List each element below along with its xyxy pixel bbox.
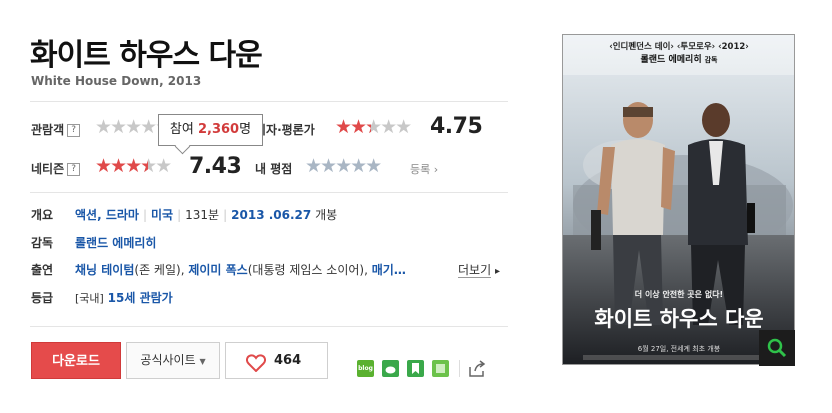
cast-link[interactable]: 매기…: [372, 263, 406, 277]
cast-role: (대통령 제임스 소이어): [247, 263, 365, 277]
tooltip-prefix: 참여: [169, 122, 194, 137]
poster-title: 화이트 하우스 다운: [594, 307, 763, 331]
help-icon[interactable]: ?: [67, 163, 81, 176]
search-icon: [767, 338, 787, 358]
movie-title: 화이트 하우스 다운: [30, 38, 263, 73]
participant-count-tooltip: 참여 2,360명: [158, 114, 263, 146]
critic-rating-label: 기자·평론가: [255, 123, 315, 137]
critic-stars: ★★★★★★: [335, 116, 412, 138]
divider: [30, 192, 508, 193]
blog-icon-label: blog: [358, 365, 373, 372]
netizen-score: 7.43: [189, 154, 242, 179]
tooltip-suffix: 명: [239, 122, 252, 137]
cast-link[interactable]: 제이미 폭스: [188, 263, 247, 277]
poster-director-suffix: 감독: [705, 55, 718, 64]
country-link[interactable]: 미국: [151, 208, 173, 222]
my-rating-label: 내 평점: [255, 162, 293, 176]
movie-poster[interactable]: ‹인디펜던스 데이› ‹투모로우› ‹2012› 롤랜드 에메리히 감독 더 이상…: [562, 34, 795, 365]
audience-label-text: 관람객: [31, 123, 65, 137]
divider: [459, 360, 460, 377]
netizen-label-text: 네티즌: [31, 162, 65, 176]
memo-share-icon[interactable]: [432, 360, 449, 377]
official-site-button[interactable]: 공식사이트 ▼: [126, 342, 220, 379]
genre-link[interactable]: 액션: [75, 208, 97, 222]
overview-label: 개요: [31, 208, 54, 222]
divider: [30, 101, 508, 102]
official-site-label: 공식사이트: [140, 353, 196, 367]
rate-link-text: 등록: [410, 163, 431, 176]
release-date-link[interactable]: 2013 .06.27: [231, 208, 311, 222]
help-icon[interactable]: ?: [67, 124, 81, 137]
poster-top-text-1: ‹인디펜던스 데이› ‹투모로우› ‹2012›: [609, 41, 749, 52]
cast-row: 출연 채닝 테이텀(존 케일), 제이미 폭스(대통령 제임스 소이어), 매기…: [31, 263, 406, 277]
director-label: 감독: [31, 236, 54, 250]
critic-score: 4.75: [430, 114, 483, 139]
overview-row: 개요 액션, 드라마 | 미국 | 131분 | 2013 .06.27 개봉: [31, 208, 338, 222]
release-suffix: 개봉: [315, 208, 338, 222]
bookmark-share-icon[interactable]: [407, 360, 424, 377]
my-rating-stars[interactable]: ★★★★★: [305, 157, 382, 176]
poster-release: 6월 27일, 전세계 최초 개봉: [638, 344, 721, 353]
poster-tagline: 더 이상 안전한 곳은 없다!: [635, 289, 723, 299]
like-count: 464: [274, 353, 302, 368]
caret-down-icon: ▼: [199, 357, 206, 366]
grade-link[interactable]: 15세 관람가: [108, 291, 173, 305]
grade-label: 등급: [31, 291, 54, 305]
more-label: 더보기: [458, 263, 492, 278]
genre-link[interactable]: 드라마: [106, 208, 139, 222]
share-icon[interactable]: [467, 359, 487, 383]
director-link[interactable]: 롤랜드 에메리히: [75, 236, 156, 250]
grade-row: 등급 [국내] 15세 관람가: [31, 289, 173, 306]
heart-icon: [245, 351, 267, 386]
movie-subtitle: White House Down, 2013: [31, 74, 202, 88]
netizen-rating-label: 네티즌?: [31, 160, 81, 177]
chevron-right-icon: ▸: [494, 266, 500, 277]
cast-link[interactable]: 채닝 테이텀: [75, 263, 134, 277]
audience-rating-label: 관람객?: [31, 121, 81, 138]
cafe-share-icon[interactable]: [382, 360, 399, 377]
netizen-stars: ★★★★★★: [95, 155, 172, 177]
zoom-button[interactable]: [759, 330, 795, 366]
more-cast-link[interactable]: 더보기 ▸: [458, 261, 500, 278]
cast-label: 출연: [31, 263, 54, 277]
runtime: 131분: [185, 208, 220, 222]
tooltip-count: 2,360: [197, 122, 240, 137]
cast-role: (존 케일): [134, 263, 181, 277]
rate-register-link[interactable]: 등록 ›: [410, 161, 438, 177]
poster-director: 롤랜드 에메리히: [641, 53, 702, 65]
divider: [30, 326, 508, 327]
download-button[interactable]: 다운로드: [31, 342, 121, 379]
grade-region: [국내]: [75, 292, 104, 305]
director-row: 감독 롤랜드 에메리히: [31, 234, 156, 251]
blog-share-icon[interactable]: blog: [357, 360, 374, 377]
like-button[interactable]: 464: [225, 342, 328, 379]
